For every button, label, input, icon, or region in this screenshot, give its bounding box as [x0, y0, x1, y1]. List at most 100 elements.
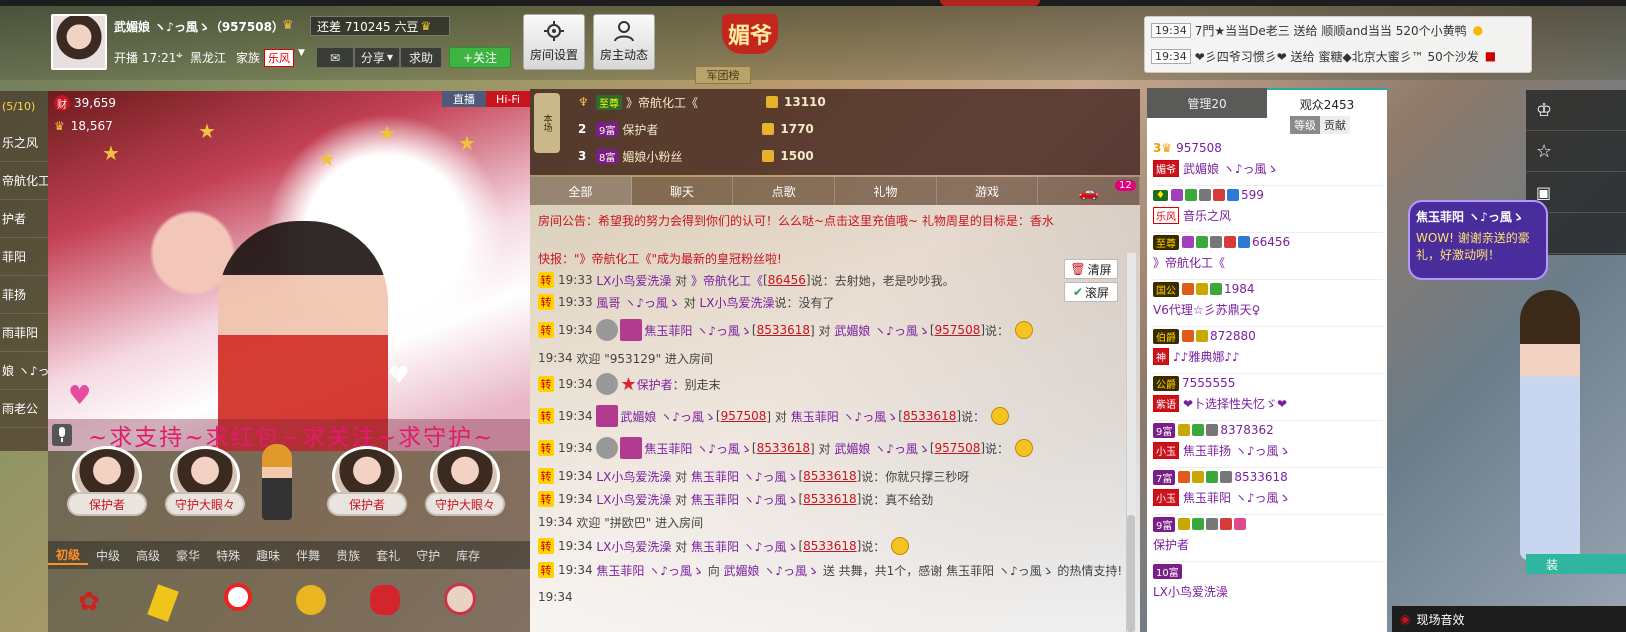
chat-receiver-id[interactable]: 8533618 [903, 409, 956, 423]
clear-screen-button[interactable]: 🗑 清屏 [1064, 259, 1118, 279]
chat-sender[interactable]: 焦玉菲阳 ヽ♪っ風ゝ [644, 440, 751, 457]
video-player[interactable]: 财 39,659 ♛ 18,567 直播 Hi-Fi ★ ★ ★ ★ ★ ♥ ♥ [48, 91, 530, 451]
chat-receiver-id[interactable]: 8533618 [803, 469, 856, 483]
chat-receiver-id[interactable]: 8533618 [803, 539, 856, 553]
chat-tab[interactable]: 游戏 [937, 177, 1039, 205]
rank-row[interactable]: 2 9富 保护者 1770 [578, 118, 814, 140]
chat-tab[interactable]: 礼物 [835, 177, 937, 205]
bar-gift-icon[interactable] [147, 584, 179, 622]
user-row[interactable]: 9富 保护者 [1153, 514, 1383, 562]
user-row[interactable]: 国公 1984 V6代理☆彡苏鼎天♀ [1153, 279, 1383, 327]
left-list-item[interactable]: 菲阳 [0, 238, 48, 276]
chat-sender-id[interactable]: 8533618 [757, 323, 810, 337]
user-row[interactable]: 公爵 7555555 紫语 ❤卜选择性失忆ゞ❤ [1153, 373, 1383, 421]
chat-receiver-id[interactable]: 8533618 [803, 492, 856, 506]
gift-tab[interactable]: 中级 [88, 547, 128, 564]
help-button[interactable]: 求助 [400, 47, 442, 68]
chat-receiver[interactable]: 焦玉菲阳 ヽ♪っ風ゝ [791, 408, 898, 425]
left-list-item[interactable]: 雨菲阳 [0, 314, 48, 352]
gift-tab[interactable]: 库存 [448, 547, 488, 564]
streamer-avatar[interactable] [51, 14, 107, 70]
chat-sender[interactable]: 焦玉菲阳 ヽ♪っ風ゝ [644, 322, 751, 339]
user-row[interactable]: ♦ 599 乐风 音乐之风 [1153, 185, 1383, 233]
host-activity-button[interactable]: 房主动态 [593, 14, 655, 70]
tab-audience[interactable]: 观众2453 [1267, 88, 1387, 118]
room-notice[interactable]: 房间公告：希望我的努力会得到你们的认可！么么哒~点击这里充值哦~ 礼物周星的目标… [538, 209, 1054, 231]
gift-tab[interactable]: 守护 [408, 547, 448, 564]
follow-button[interactable]: +关注 [449, 47, 511, 68]
chat-sender[interactable]: 保护者 [637, 376, 673, 393]
gift-tab[interactable]: 套礼 [368, 547, 408, 564]
guard-slot[interactable]: 守护大眼々 [420, 446, 510, 522]
chat-receiver[interactable]: 武媚娘 ヽ♪っ風ゝ [724, 562, 819, 579]
user-row[interactable]: 至尊 66456 》帝航化工《 [1153, 232, 1383, 280]
chat-sender[interactable]: LX小鸟爱洗澡 [596, 491, 671, 508]
gift-tab[interactable]: 特殊 [208, 547, 248, 564]
chevron-down-icon[interactable]: ▼ [298, 48, 305, 58]
stream-mode-switch[interactable]: 直播 Hi-Fi [442, 91, 530, 107]
chat-receiver[interactable]: 武媚娘 ヽ♪っ風ゝ [834, 440, 929, 457]
gift-tab[interactable]: 伴舞 [288, 547, 328, 564]
chat-scrollbar-thumb[interactable] [1127, 515, 1135, 632]
bear-gift-icon[interactable] [444, 583, 476, 615]
gift-tab[interactable]: 高级 [128, 547, 168, 564]
guard-slot[interactable]: 保护者 [322, 446, 412, 522]
rank-row[interactable]: 3 8富 媚娘小粉丝 1500 [578, 145, 814, 167]
chat-receiver[interactable]: LX小鸟爱洗澡 [700, 294, 775, 311]
chat-sender[interactable]: 焦玉菲阳 ヽ♪っ風ゝ [596, 562, 703, 579]
heart-gift-icon[interactable] [370, 585, 400, 615]
chat-receiver-id[interactable]: 957508 [935, 323, 981, 337]
mail-button[interactable]: ✉ [316, 47, 354, 68]
sound-fx-bar[interactable]: ◉ 现场音效 [1392, 606, 1626, 632]
chat-receiver-id[interactable]: 957508 [935, 441, 981, 455]
chat-sender[interactable]: LX小鸟爱洗澡 [596, 468, 671, 485]
chat-receiver[interactable]: 武媚娘 ヽ♪っ風ゝ [834, 322, 929, 339]
chat-sender-id[interactable]: 957508 [721, 409, 767, 423]
chat-receiver[interactable]: 焦玉菲阳 ヽ♪っ風ゝ [691, 491, 798, 508]
rose-gift-icon[interactable]: ✿ [78, 587, 100, 617]
room-settings-button[interactable]: 房间设置 [523, 14, 585, 70]
mode-live-button[interactable]: 直播 [442, 91, 486, 107]
lollipop-gift-icon[interactable] [224, 583, 252, 611]
chat-tab[interactable]: 聊天 [632, 177, 734, 205]
chat-sender[interactable]: 武媚娘 ヽ♪っ風ゝ [620, 408, 715, 425]
chat-receiver[interactable]: 焦玉菲阳 ヽ♪っ風ゝ [691, 538, 798, 555]
sort-by-contribution-button[interactable]: 贡献 [1320, 116, 1350, 134]
chat-tab[interactable]: 全部 [530, 177, 632, 205]
left-list-item[interactable]: 菲扬 [0, 276, 48, 314]
gift-tab[interactable]: 趣味 [248, 547, 288, 564]
left-list-item[interactable]: 帝航化工 [0, 162, 48, 200]
user-row[interactable]: 3♛ 957508 媚爷 武媚娘 ヽ♪っ風ゝ [1153, 138, 1383, 186]
top-red-tab[interactable] [940, 0, 1040, 6]
user-row[interactable]: 10富 LX小鸟爱洗澡 [1153, 561, 1383, 609]
user-row[interactable]: 伯爵 872880 神 ♪♪雅典娜♪♪ [1153, 326, 1383, 374]
left-list-item[interactable]: 护者 [0, 200, 48, 238]
side-menu-star[interactable]: ☆ [1526, 131, 1626, 172]
share-button[interactable]: 分享 ▼ [354, 47, 400, 68]
chat-tab[interactable]: 点歌 [733, 177, 836, 205]
mode-hifi-button[interactable]: Hi-Fi [486, 91, 530, 107]
microphone-icon[interactable] [52, 424, 72, 446]
rank-row[interactable]: ♆ 至尊 》帝航化工《 13110 [578, 91, 826, 113]
guard-slot[interactable]: 保护者 [62, 446, 152, 522]
chat-sender[interactable]: 風哥 ヽ♪っ風ゝ [596, 294, 679, 311]
chat-sender-id[interactable]: 8533618 [757, 441, 810, 455]
family-badge[interactable]: 乐风 [264, 49, 294, 67]
sort-by-level-button[interactable]: 等级 [1290, 116, 1320, 134]
chat-sender[interactable]: LX小鸟爱洗澡 [596, 538, 671, 555]
chat-receiver-id[interactable]: 86456 [768, 273, 806, 287]
user-row[interactable]: 7富 8533618 小玉 焦玉菲阳 ヽ♪っ風ゝ [1153, 467, 1383, 515]
gift-tab[interactable]: 豪华 [168, 547, 208, 564]
fan-gift-icon[interactable] [296, 585, 326, 615]
install-button[interactable]: 装 [1526, 554, 1626, 574]
left-list-item[interactable]: 娘 ヽ♪っ [0, 352, 48, 390]
chat-receiver[interactable]: 焦玉菲阳 ヽ♪っ風ゝ [691, 468, 798, 485]
meiye-badge[interactable]: 媚爷 [722, 14, 778, 54]
chat-sender[interactable]: LX小鸟爱洗澡 [596, 272, 671, 289]
tab-admin[interactable]: 管理20 [1147, 88, 1267, 118]
scroll-toggle-button[interactable]: ✔ 滚屏 [1064, 282, 1118, 302]
gift-tab[interactable]: 初级 [48, 546, 89, 565]
army-rank-tag[interactable]: 军团榜 [695, 66, 751, 84]
side-menu-crown[interactable]: ♔ [1526, 90, 1626, 131]
guard-slot[interactable]: 守护大眼々 [160, 446, 250, 522]
